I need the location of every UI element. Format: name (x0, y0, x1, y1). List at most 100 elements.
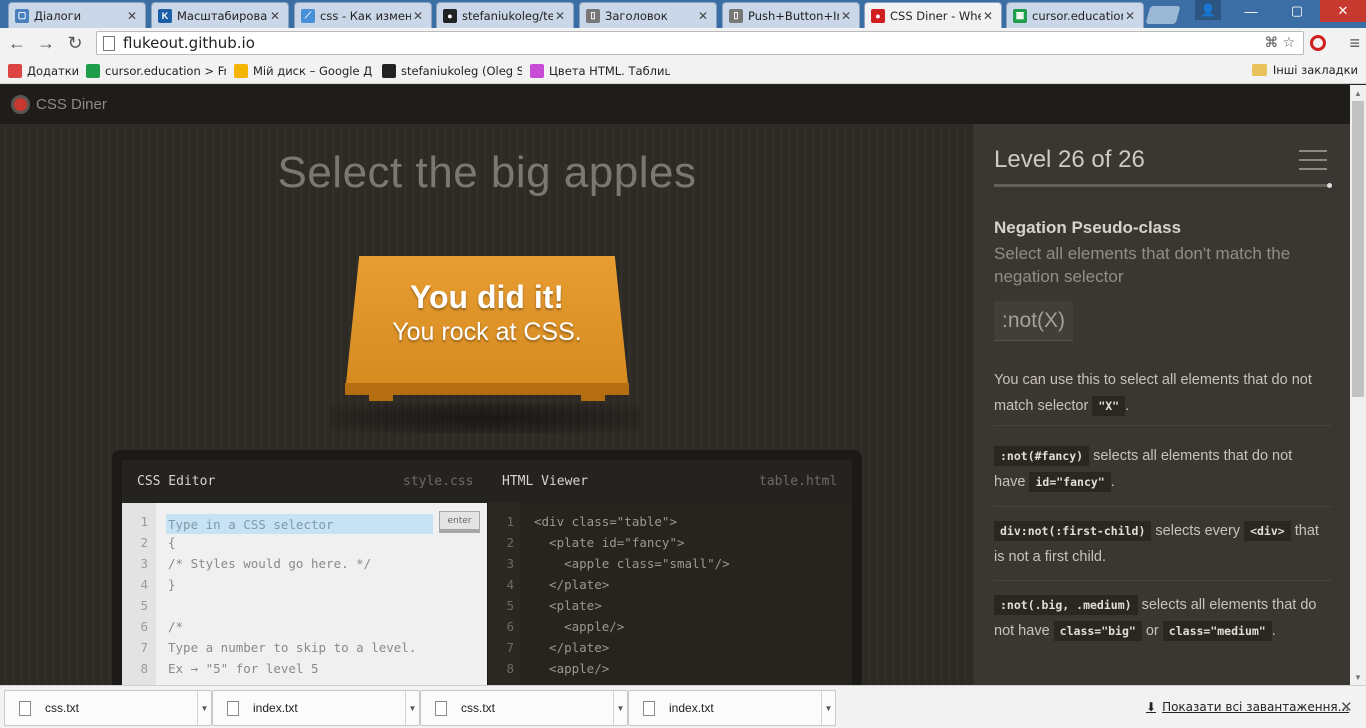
example-text: . (1110, 474, 1115, 490)
bookmark-item[interactable]: stefaniukoleg (Oleg St (382, 63, 522, 78)
close-tab-icon[interactable]: ✕ (696, 9, 710, 23)
selector-hint: You can use this to select all elements … (994, 367, 1324, 419)
window-controls: — ▢ ✕ (1228, 0, 1366, 22)
download-filename: index.txt (253, 701, 298, 715)
browser-tab[interactable]: K Масштабирован ✕ (151, 2, 289, 28)
line-number: 5 (506, 598, 514, 613)
show-all-downloads-link[interactable]: ⬇ Показати всі завантаження... (1146, 700, 1349, 714)
download-icon: ⬇ (1146, 700, 1157, 714)
address-bar[interactable]: flukeout.github.io ⌘ ☆ (96, 31, 1304, 55)
menu-icon[interactable]: ≡ (1349, 33, 1360, 54)
back-arrow-icon[interactable]: ← (6, 32, 28, 54)
opera-extension-icon[interactable] (1310, 35, 1326, 51)
minimize-button[interactable]: — (1228, 0, 1274, 22)
other-bookmarks[interactable]: Інші закладки (1251, 63, 1358, 77)
download-menu-chevron-icon[interactable]: ▼ (197, 691, 211, 725)
selector-name: Negation Pseudo-class (994, 218, 1182, 237)
code-line: } (168, 577, 176, 592)
html-viewer-pane: 1 2 3 4 5 6 7 8 <div class="table"> <plate id="… (487, 503, 852, 685)
browser-tab[interactable]: ● CSS Diner - Whe ✕ (864, 2, 1002, 28)
selector-title: Select all elements that don't match the… (994, 244, 1291, 286)
html-viewer-header: HTML Viewer (502, 460, 588, 503)
divider (994, 580, 1332, 581)
scroll-down-arrow-icon[interactable]: ▼ (1350, 669, 1366, 685)
site-logo[interactable]: CSS Diner (36, 96, 107, 113)
download-menu-chevron-icon[interactable]: ▼ (613, 691, 627, 725)
code-line: /* (168, 619, 184, 634)
download-item[interactable]: index.txt ▼ (212, 690, 420, 726)
divider (994, 506, 1332, 507)
translate-icon[interactable]: ⌘ (1264, 35, 1278, 51)
tab-favicon-icon: ● (443, 8, 457, 23)
close-tab-icon[interactable]: ✕ (553, 9, 567, 23)
browser-tab[interactable]: ▢ Діалоги ✕ (8, 2, 146, 28)
line-number: 1 (140, 514, 148, 529)
tab-title: css - Как измен (320, 8, 411, 23)
level-menu-icon[interactable] (1299, 150, 1327, 170)
bookmark-label: Додатки (27, 63, 78, 78)
close-window-button[interactable]: ✕ (1320, 0, 1366, 22)
download-filename: css.txt (461, 701, 496, 715)
download-filename: css.txt (45, 701, 80, 715)
win-submessage: You rock at CSS. (392, 318, 582, 346)
reload-icon[interactable]: ↻ (64, 32, 86, 54)
example-tag: :not(.big, .medium) (994, 595, 1138, 615)
new-tab-button[interactable] (1145, 6, 1181, 24)
example-1: :not(#fancy) selects all elements that d… (994, 443, 1324, 495)
level-indicator: Level 26 of 26 (994, 146, 1145, 173)
close-tab-icon[interactable]: ✕ (981, 9, 995, 23)
example-tag: class="big" (1053, 621, 1142, 641)
close-downloads-icon[interactable]: ✕ (1340, 698, 1353, 716)
line-number: 3 (506, 556, 514, 571)
bookmark-item[interactable]: Цвета HTML. Таблиця (530, 63, 670, 78)
browser-tab[interactable]: ▯ Заголовок ✕ (579, 2, 717, 28)
hint-tag: "X" (1092, 396, 1126, 416)
line-number: 8 (506, 661, 514, 676)
download-item[interactable]: css.txt ▼ (420, 690, 628, 726)
example-tag: class="medium" (1162, 621, 1272, 641)
table-shadow (330, 403, 640, 433)
css-selector-input[interactable] (166, 514, 433, 534)
example-2: div:not(:first-child) selects every <div… (994, 518, 1324, 570)
close-tab-icon[interactable]: ✕ (125, 9, 139, 23)
bookmark-icon (530, 63, 544, 78)
maximize-button[interactable]: ▢ (1274, 0, 1320, 22)
scroll-up-arrow-icon[interactable]: ▲ (1350, 85, 1366, 101)
bookmark-item[interactable]: Додатки (8, 63, 78, 78)
browser-tab[interactable]: ▯ Push+Button+Ir ✕ (722, 2, 860, 28)
html-file-name: table.html (759, 474, 838, 489)
level-sidebar: Level 26 of 26 Negation Pseudo-class Sel… (974, 124, 1350, 685)
close-tab-icon[interactable]: ✕ (839, 9, 853, 23)
forward-arrow-icon[interactable]: → (35, 32, 57, 54)
hint-text: You can use this to select all elements … (994, 372, 1312, 414)
tab-title: Push+Button+Ir (748, 8, 839, 23)
close-tab-icon[interactable]: ✕ (1123, 9, 1137, 23)
downloads-bar: css.txt ▼ index.txt ▼ css.txt ▼ index.txt ▼ ⬇ П… (0, 685, 1366, 728)
star-icon[interactable]: ☆ (1282, 35, 1295, 51)
page-scrollbar[interactable]: ▲ ▼ (1350, 85, 1366, 685)
download-menu-chevron-icon[interactable]: ▼ (821, 691, 835, 725)
line-number: 5 (140, 598, 148, 613)
example-tag: <div> (1244, 521, 1291, 541)
browser-tab[interactable]: ● stefaniukoleg/te ✕ (436, 2, 574, 28)
download-menu-chevron-icon[interactable]: ▼ (405, 691, 419, 725)
browser-tab[interactable]: ⟋ css - Как измен ✕ (294, 2, 432, 28)
download-item[interactable]: index.txt ▼ (628, 690, 836, 726)
scroll-thumb[interactable] (1352, 101, 1364, 397)
close-tab-icon[interactable]: ✕ (411, 9, 425, 23)
example-3: :not(.big, .medium) selects all elements… (994, 592, 1324, 644)
line-number: 2 (506, 535, 514, 550)
code-line: </plate> (534, 640, 610, 655)
code-line: Ex → "5" for level 5 (168, 661, 319, 676)
win-message: You did it! (409, 279, 565, 315)
bookmark-item[interactable]: Мій диск – Google Д (234, 63, 374, 78)
tab-favicon-icon: ▢ (15, 8, 29, 23)
close-tab-icon[interactable]: ✕ (268, 9, 282, 23)
user-icon[interactable]: 👤 (1195, 0, 1221, 20)
enter-button[interactable]: enter (439, 511, 480, 533)
bookmark-icon (234, 63, 248, 78)
download-item[interactable]: css.txt ▼ (4, 690, 212, 726)
browser-tab[interactable]: ▦ cursor.educatior ✕ (1006, 2, 1144, 28)
bookmark-item[interactable]: cursor.education > Fr (86, 63, 226, 78)
example-text: . (1271, 623, 1276, 639)
